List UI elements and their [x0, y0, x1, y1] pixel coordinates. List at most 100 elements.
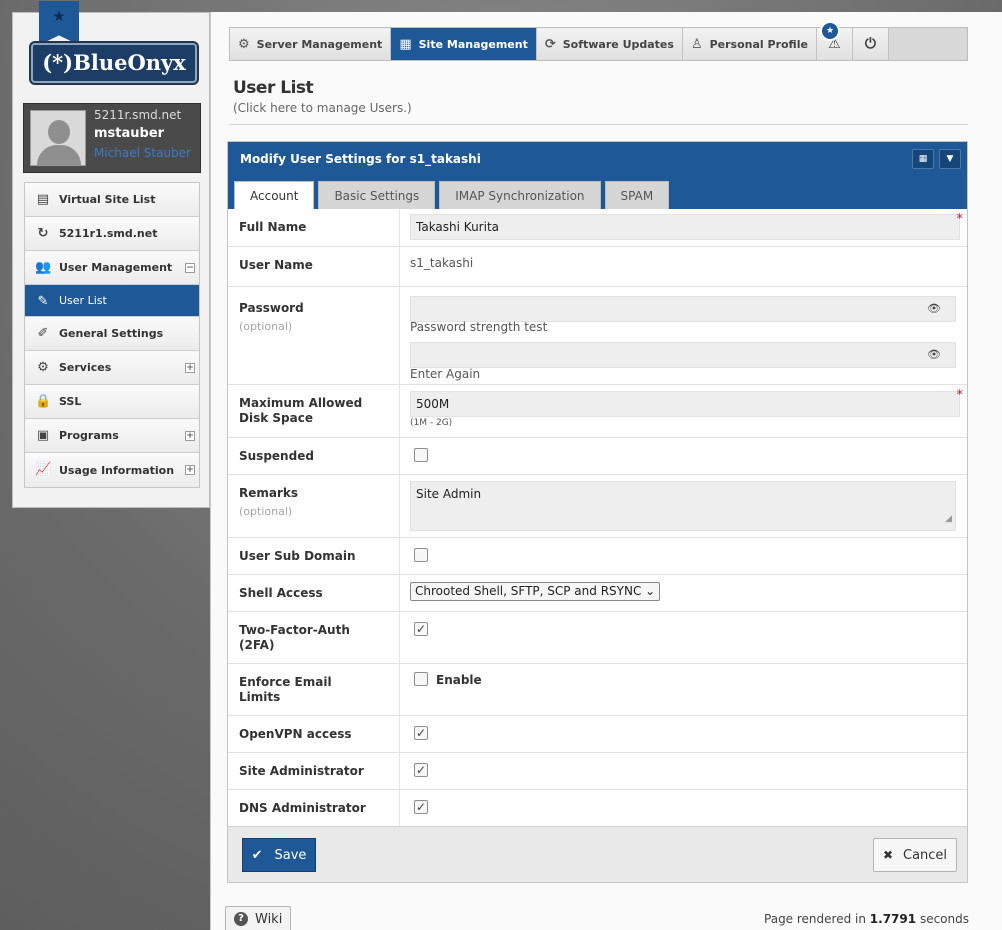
sidebar-item-services[interactable]: ⚙ Services +: [25, 351, 199, 385]
wiki-button[interactable]: ? Wiki: [225, 906, 291, 930]
expand-icon[interactable]: +: [185, 431, 195, 441]
expand-icon[interactable]: +: [185, 363, 195, 373]
required-icon: *: [956, 212, 964, 227]
resize-handle-icon[interactable]: ◢: [945, 510, 952, 528]
sidebar-item-virtual-site-list[interactable]: ▤ Virtual Site List: [25, 183, 199, 217]
main-content: ⚙ Server Management ▦ Site Management ⟳ …: [210, 12, 1002, 930]
disk-space-range: (1M - 2G): [410, 418, 453, 428]
button-label: Save: [274, 847, 307, 863]
blueonyx-logo[interactable]: (*)BlueOnyx: [31, 43, 197, 83]
user-full-name-link[interactable]: Michael Stauber: [94, 146, 191, 160]
divider: [229, 124, 968, 125]
modify-user-panel: Modify User Settings for s1_takashi ▦ ▼ …: [227, 141, 968, 883]
form-row-two-factor: Two-Factor-Auth (2FA) ✓: [228, 612, 967, 664]
dns-admin-checkbox[interactable]: ✓: [414, 800, 428, 814]
tab-account[interactable]: Account: [234, 181, 315, 209]
sidebar-item-label: User Management: [59, 261, 173, 274]
panel-title: Modify User Settings for s1_takashi: [240, 152, 481, 166]
star-icon[interactable]: ★: [820, 21, 840, 41]
label-line: Disk Space: [239, 411, 313, 425]
enter-again-hint: Enter Again: [410, 367, 481, 381]
field-label: User Sub Domain: [239, 549, 356, 563]
sidebar-item-ssl[interactable]: 🔒 SSL: [25, 385, 199, 419]
sidebar-menu: ▤ Virtual Site List ↻ 5211r1.smd.net 👥 U…: [24, 182, 200, 488]
nav-personal-profile[interactable]: ♙ Personal Profile: [682, 28, 817, 60]
eye-icon[interactable]: 👁: [927, 297, 941, 321]
shell-access-select[interactable]: Chrooted Shell, SFTP, SCP and RSYNC ⌄: [410, 582, 661, 601]
openvpn-checkbox[interactable]: ✓: [414, 726, 428, 740]
two-factor-checkbox[interactable]: ✓: [414, 622, 428, 636]
logout-button[interactable]: ⏻: [852, 28, 889, 60]
label-line: Two-Factor-Auth: [239, 623, 350, 637]
panel-footer: ✔ Save ✖ Cancel: [228, 826, 967, 882]
sidebar-item-programs[interactable]: ▣ Programs +: [25, 419, 199, 453]
cancel-button[interactable]: ✖ Cancel: [873, 838, 957, 872]
avatar: [30, 110, 86, 166]
tab-imap-synchronization[interactable]: IMAP Synchronization: [439, 181, 601, 209]
edit-icon: ✐: [37, 326, 49, 341]
tab-spam[interactable]: SPAM: [604, 181, 670, 209]
site-admin-checkbox[interactable]: ✓: [414, 763, 428, 777]
chart-icon: 📈: [35, 462, 52, 477]
nav-label: Personal Profile: [709, 37, 808, 51]
nav-software-updates[interactable]: ⟳ Software Updates: [536, 28, 683, 60]
nav-label: Software Updates: [562, 37, 674, 51]
password-strength-hint: Password strength test: [410, 320, 548, 334]
nav-site-management[interactable]: ▦ Site Management: [391, 28, 537, 60]
label-line: Limits: [239, 690, 281, 704]
collapse-icon[interactable]: −: [185, 263, 195, 273]
field-label: DNS Administrator: [239, 801, 366, 815]
topnav-spacer: [888, 28, 967, 60]
remarks-textarea[interactable]: Site Admin ◢: [410, 481, 956, 531]
label-line: Maximum Allowed: [239, 396, 363, 410]
sidebar-item-site[interactable]: ↻ 5211r1.smd.net: [25, 217, 199, 251]
expand-icon[interactable]: +: [185, 465, 195, 475]
sidebar-item-usage-information[interactable]: 📈 Usage Information +: [25, 453, 199, 487]
sidebar-item-label: Programs: [59, 429, 119, 442]
form-row-shell-access: Shell Access Chrooted Shell, SFTP, SCP a…: [228, 575, 967, 612]
sidebar-item-label: Usage Information: [59, 463, 175, 477]
save-button[interactable]: ✔ Save: [242, 838, 316, 872]
tab-basic-settings[interactable]: Basic Settings: [318, 181, 436, 209]
pencil-icon: ✎: [37, 294, 49, 309]
manage-users-link[interactable]: (Click here to manage Users.): [233, 101, 412, 115]
sidebar-item-user-management[interactable]: 👥 User Management −: [25, 251, 199, 285]
render-time-info: Page rendered in 1.7791 seconds: [764, 912, 969, 926]
sidebar-item-general-settings[interactable]: ✐ General Settings: [25, 317, 199, 351]
sidebar-item-user-list[interactable]: ✎ User List: [25, 285, 199, 317]
render-suffix: seconds: [919, 912, 969, 926]
left-column: ★ (*)BlueOnyx 5211r.smd.net mstauber Mic…: [12, 1, 210, 508]
nav-server-management[interactable]: ⚙ Server Management: [230, 28, 392, 60]
form-row-openvpn: OpenVPN access ✓: [228, 716, 967, 753]
render-time: 1.7791: [869, 912, 917, 926]
refresh-icon: ↻: [37, 226, 49, 241]
password-confirm-input[interactable]: 👁: [410, 342, 956, 368]
sub-domain-checkbox[interactable]: [414, 548, 428, 562]
field-label: Two-Factor-Auth (2FA): [239, 623, 350, 653]
chevron-down-icon[interactable]: ▼: [939, 149, 961, 169]
close-icon: ✖: [882, 848, 893, 862]
form-row-site-admin: Site Administrator ✓: [228, 753, 967, 790]
email-limits-checkbox[interactable]: [414, 672, 428, 686]
disk-space-input[interactable]: 500M: [410, 391, 960, 417]
chip-icon: ▣: [36, 428, 50, 443]
field-label: OpenVPN access: [239, 727, 352, 741]
button-label: Wiki: [255, 911, 283, 927]
sidebar-item-label: 5211r1.smd.net: [59, 227, 158, 240]
field-label: Remarks: [239, 486, 299, 500]
form-row-user-name: User Name s1_takashi: [228, 247, 967, 287]
sidebar-item-label: User List: [59, 294, 107, 307]
field-label: Suspended: [239, 449, 314, 463]
field-label: Shell Access: [239, 586, 323, 600]
eye-icon[interactable]: 👁: [927, 343, 941, 367]
page-title: User List: [233, 78, 314, 98]
form-row-remarks: Remarks (optional) Site Admin ◢: [228, 475, 967, 538]
suspended-checkbox[interactable]: [414, 448, 428, 462]
field-label: Maximum Allowed Disk Space: [239, 396, 362, 426]
sidebar-item-label: SSL: [59, 395, 82, 408]
grid-view-icon[interactable]: ▦: [912, 149, 934, 169]
users-icon: 👥: [35, 260, 52, 275]
full-name-input[interactable]: Takashi Kurita: [410, 214, 960, 240]
user-name-value: s1_takashi: [410, 256, 474, 270]
password-input[interactable]: 👁: [410, 296, 956, 322]
